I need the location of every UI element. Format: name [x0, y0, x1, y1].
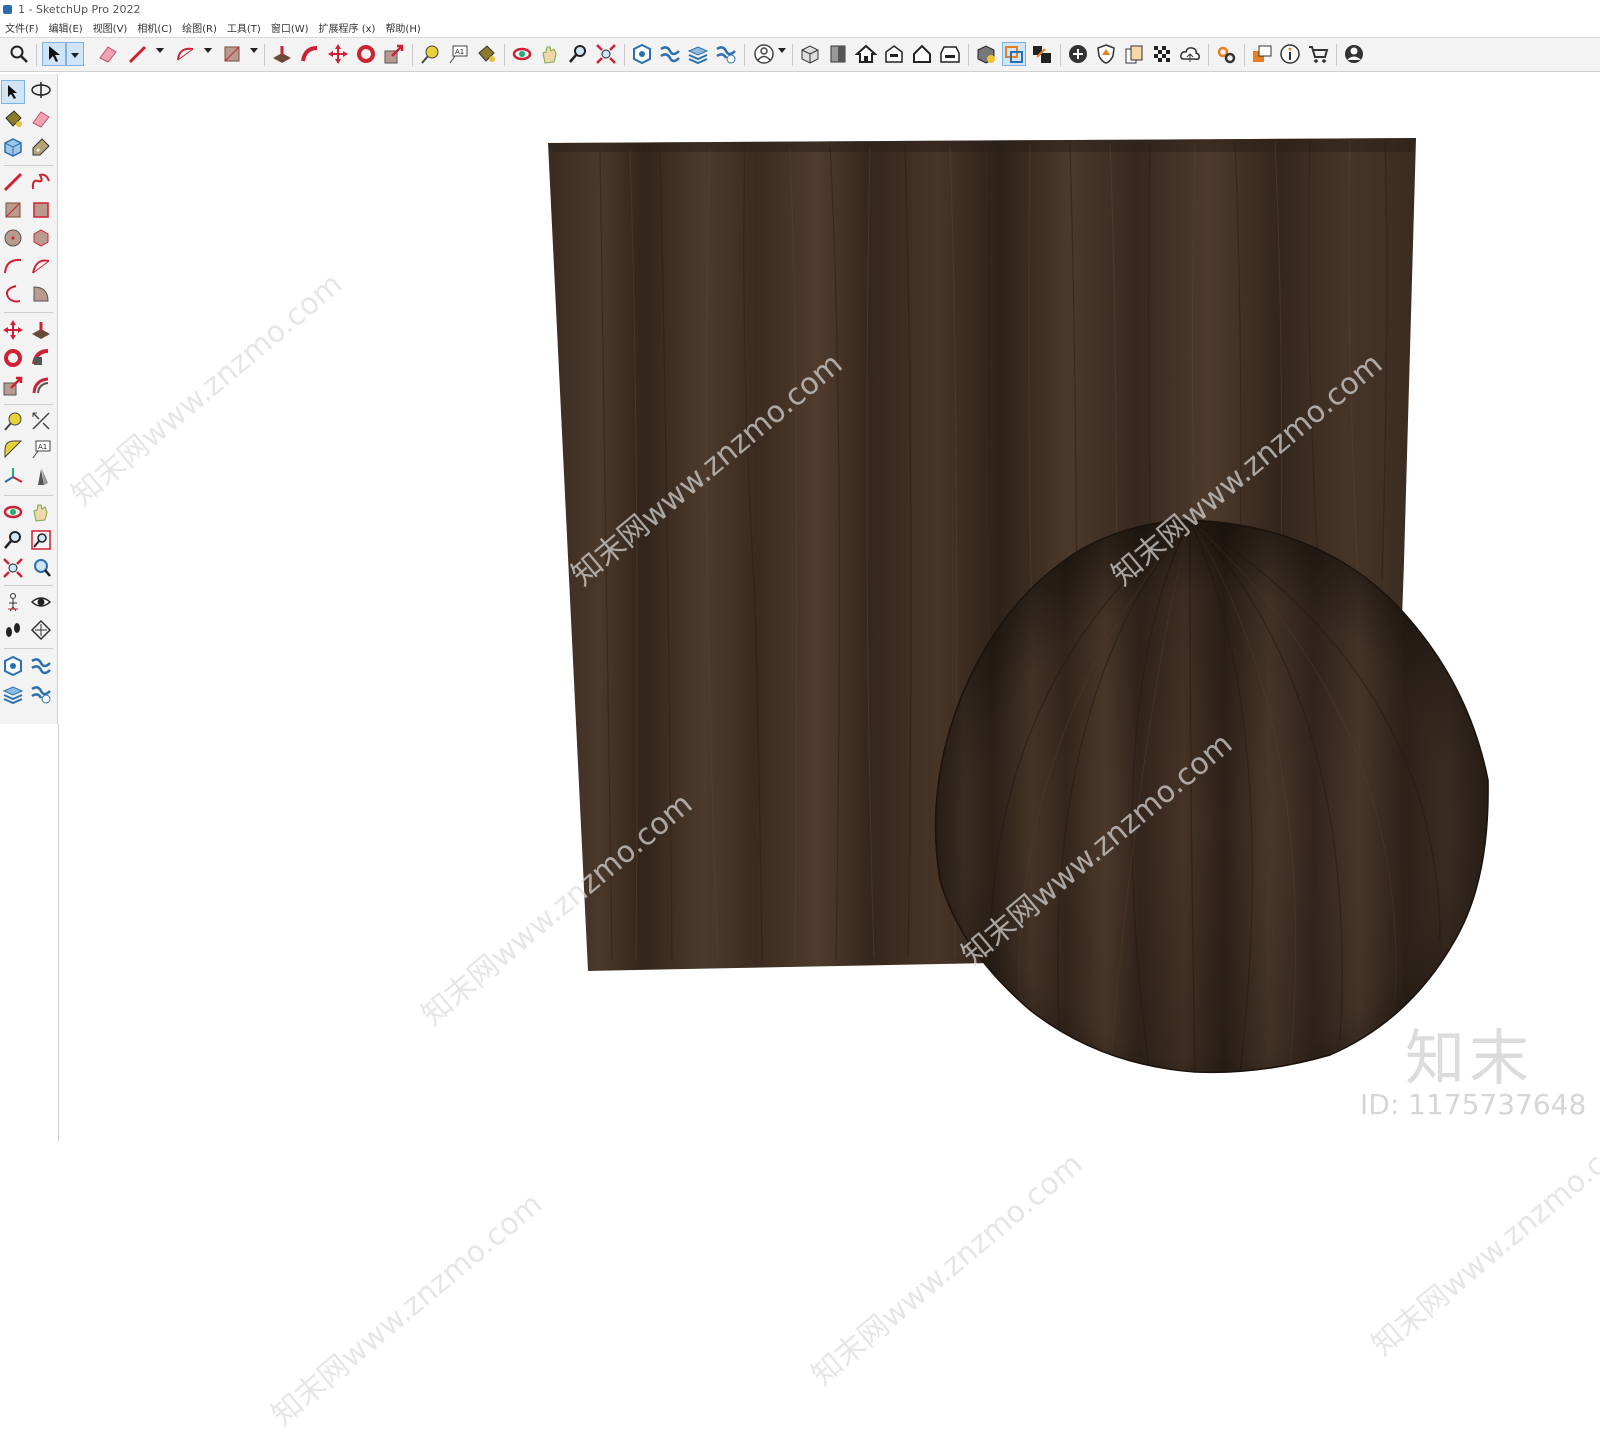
watermark-id: ID: 1175737648 — [1360, 1088, 1587, 1121]
model-viewport[interactable] — [0, 0, 1600, 1142]
watermark-diagonal: 知末网www.znzmo.com — [805, 1146, 1090, 1393]
watermark-diagonal: 知末网www.znzmo.com — [265, 1186, 550, 1433]
watermark-diagonal: 知末网www.znzmo.com — [1365, 1116, 1600, 1363]
watermark-brand: 知末 — [1405, 1024, 1533, 1094]
